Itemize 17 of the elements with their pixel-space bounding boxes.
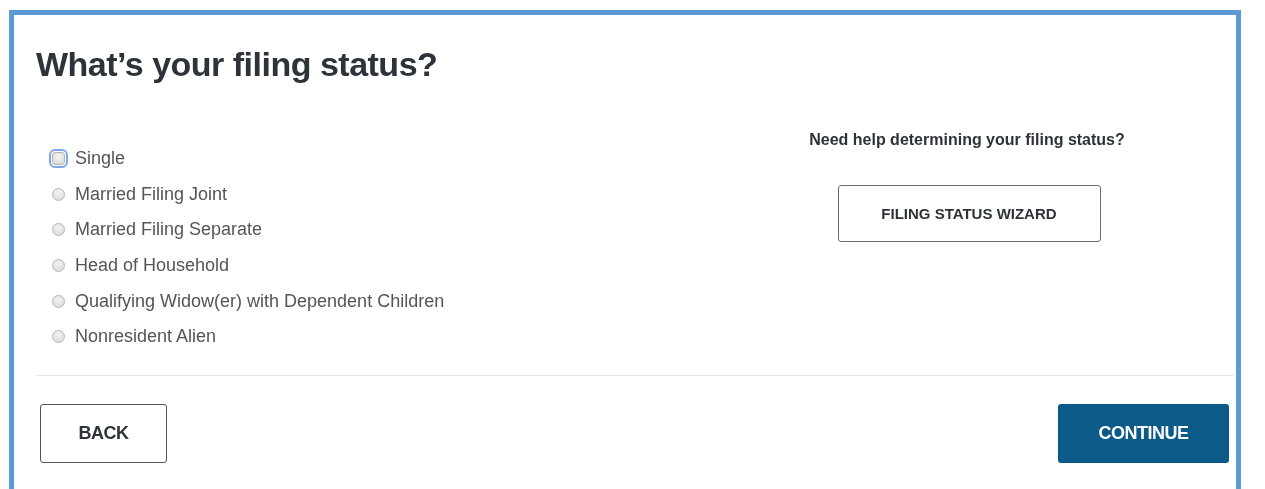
option-label: Married Filing Separate [75, 219, 263, 241]
back-button[interactable]: BACK [40, 404, 167, 463]
radio-button[interactable] [52, 259, 65, 273]
radio-button[interactable] [52, 152, 65, 166]
continue-button[interactable]: CONTINUE [1058, 404, 1229, 463]
wizard-button[interactable]: FILING STATUS WIZARD [837, 185, 1101, 242]
option-label: Head of Household [75, 255, 230, 277]
option-label: Married Filing Joint [75, 183, 228, 205]
page-title: What’s your filing status? [35, 44, 439, 85]
option-label: Qualifying Widow(er) with Dependent Children [75, 290, 445, 312]
help-text: Need help determining your filing status? [809, 131, 1125, 149]
radio-button[interactable] [52, 330, 65, 344]
option-label: Nonresident Alien [75, 326, 217, 348]
radio-button[interactable] [52, 187, 65, 201]
radio-button[interactable] [52, 294, 65, 308]
radio-button[interactable] [52, 223, 65, 237]
option-label: Single [75, 148, 126, 170]
